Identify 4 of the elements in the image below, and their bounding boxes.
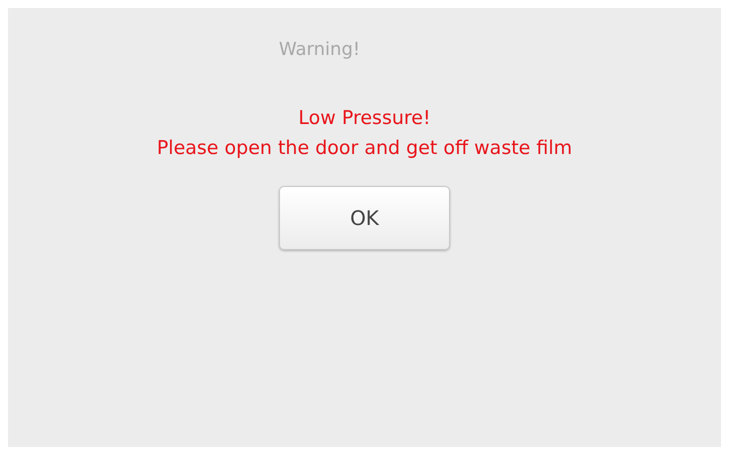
warning-message: Low Pressure! [298,106,431,130]
ok-button[interactable]: OK [279,186,450,250]
warning-message: Please open the door and get off waste film [156,136,572,160]
dialog-title: Warning! [278,38,360,62]
